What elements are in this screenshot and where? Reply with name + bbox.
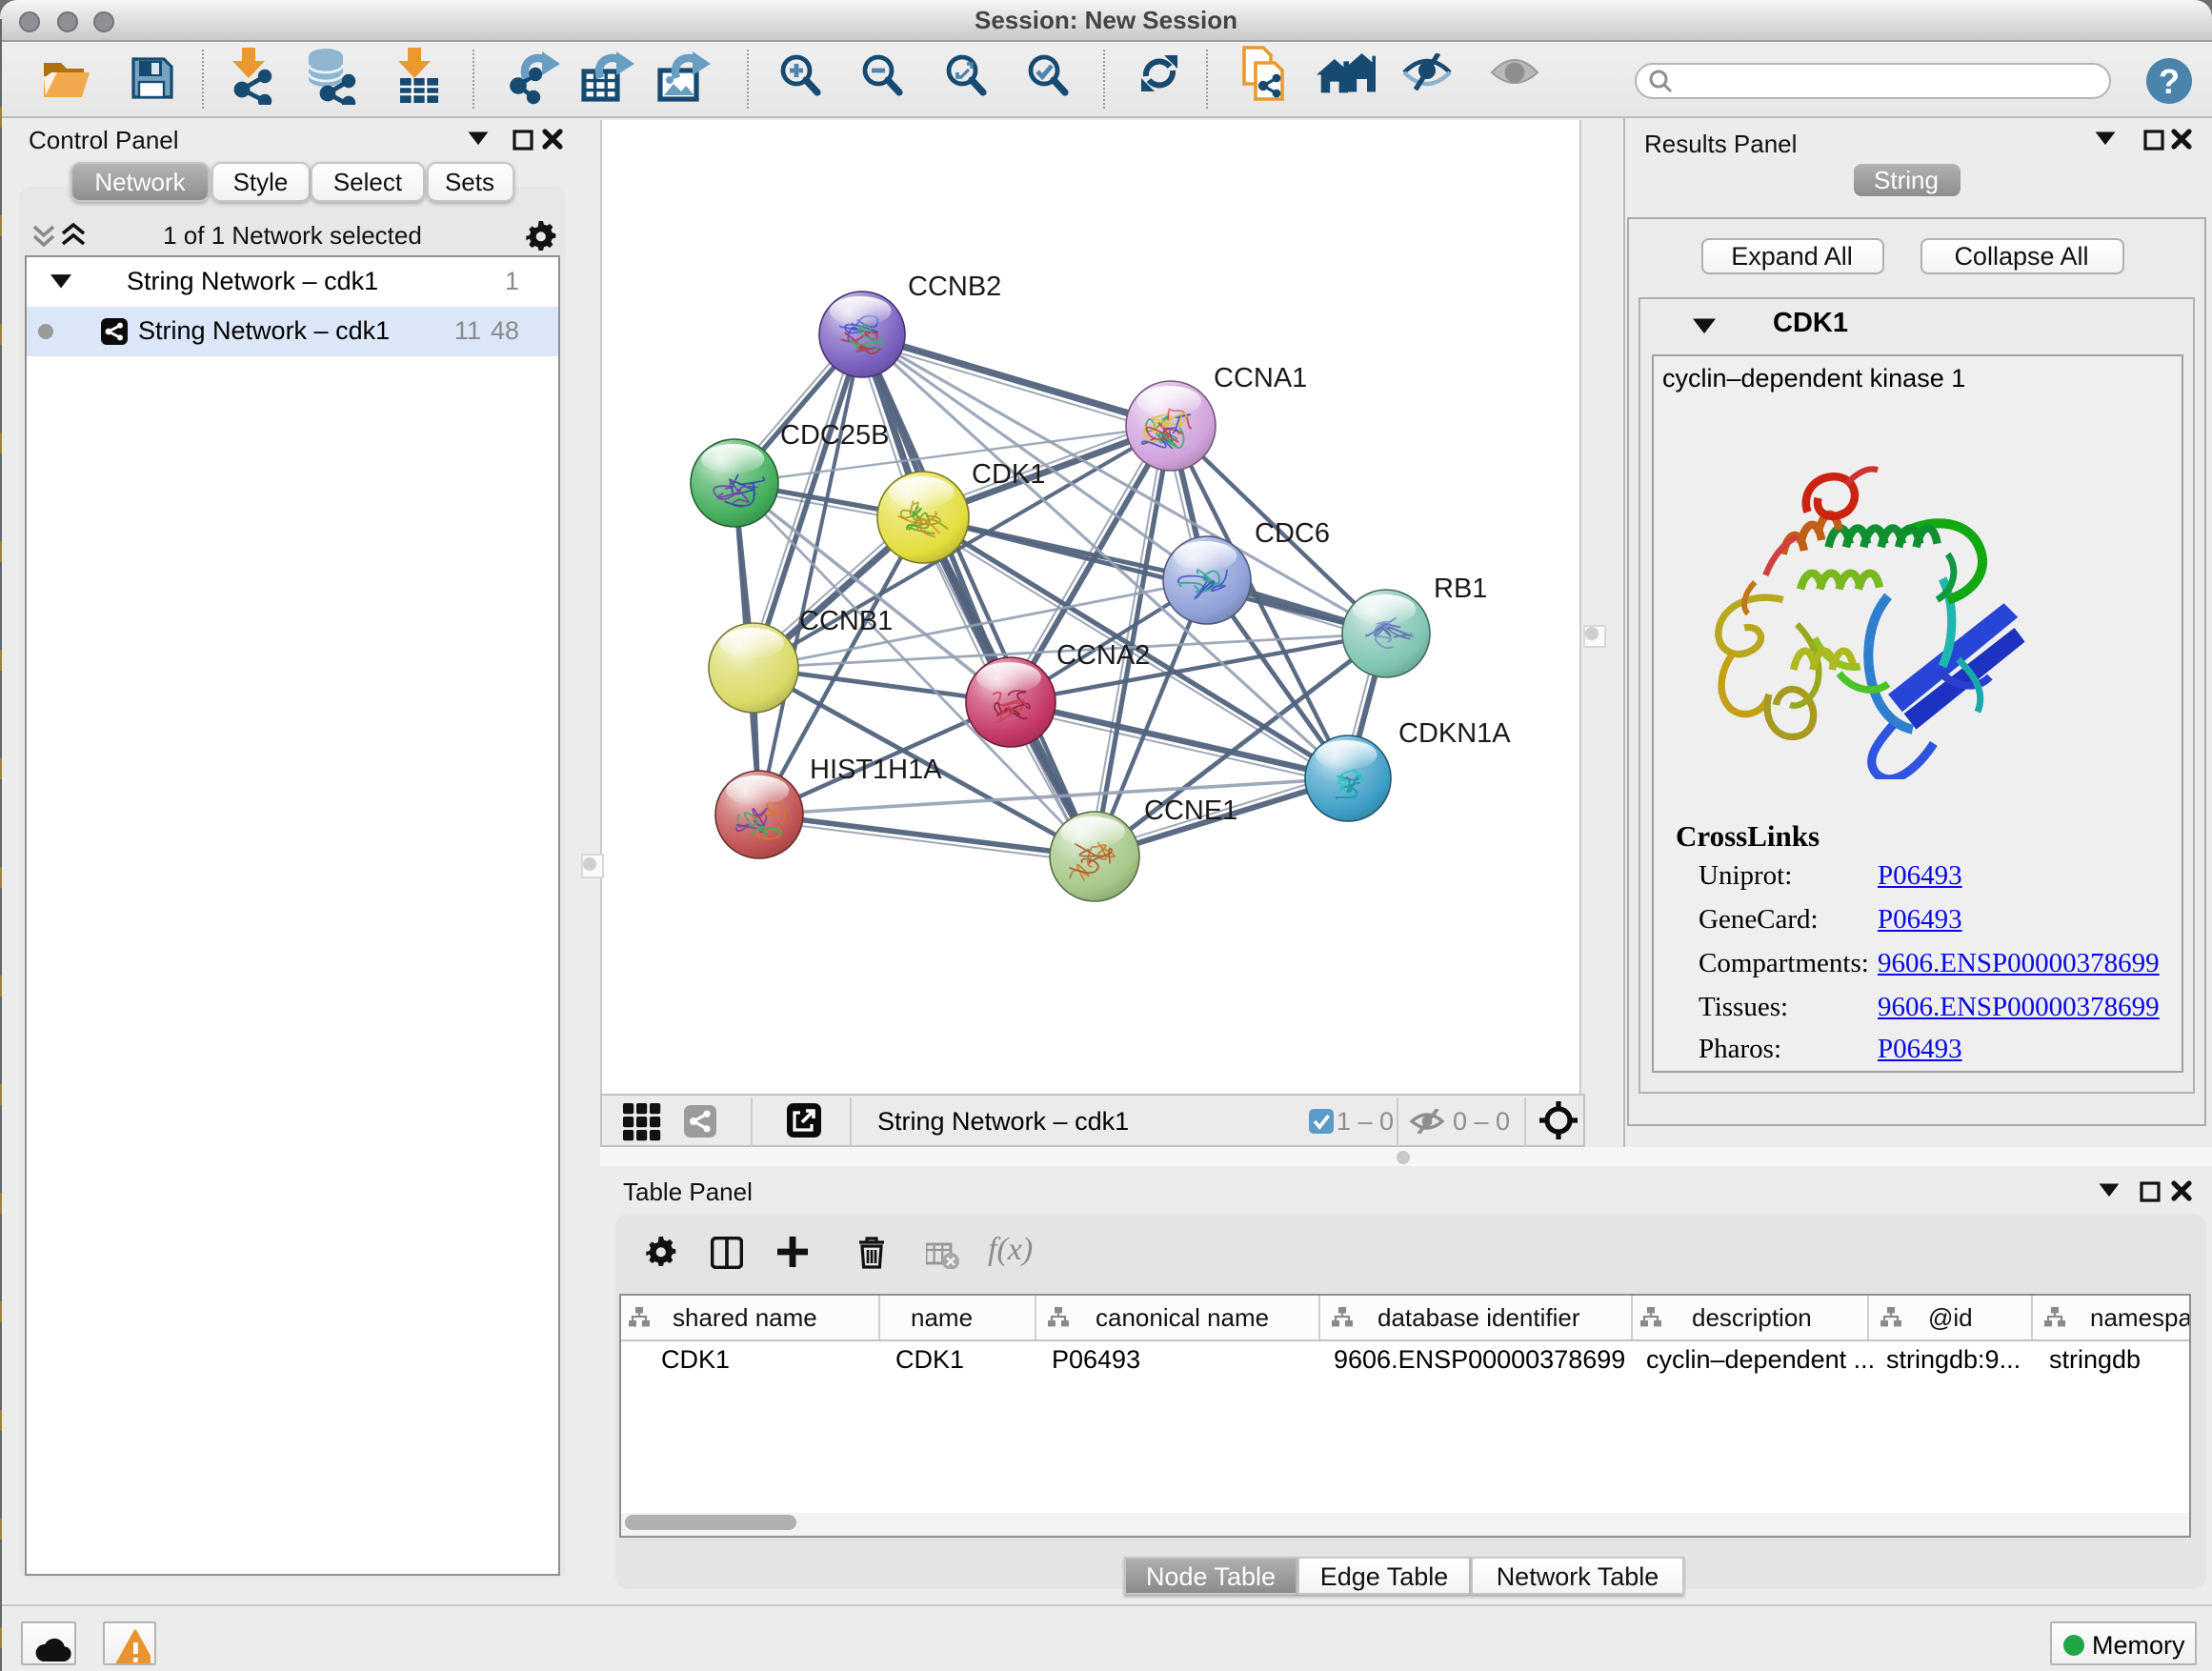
svg-text:CCNA1: CCNA1 <box>1213 362 1306 393</box>
svg-text:RB1: RB1 <box>1433 573 1486 603</box>
svg-text:?: ? <box>2159 62 2180 101</box>
svg-text:HIST1H1A: HIST1H1A <box>809 754 941 784</box>
svg-text:CDC25B: CDC25B <box>779 419 888 450</box>
svg-text:CDK1: CDK1 <box>971 458 1044 489</box>
svg-text:CDKN1A: CDKN1A <box>1398 717 1510 748</box>
svg-text:CCNE1: CCNE1 <box>1143 795 1237 825</box>
svg-text:CCNA2: CCNA2 <box>1056 639 1149 670</box>
svg-text:CCNB1: CCNB1 <box>798 605 892 635</box>
svg-text:CCNB2: CCNB2 <box>907 271 1000 301</box>
svg-text:CDC6: CDC6 <box>1254 517 1329 548</box>
